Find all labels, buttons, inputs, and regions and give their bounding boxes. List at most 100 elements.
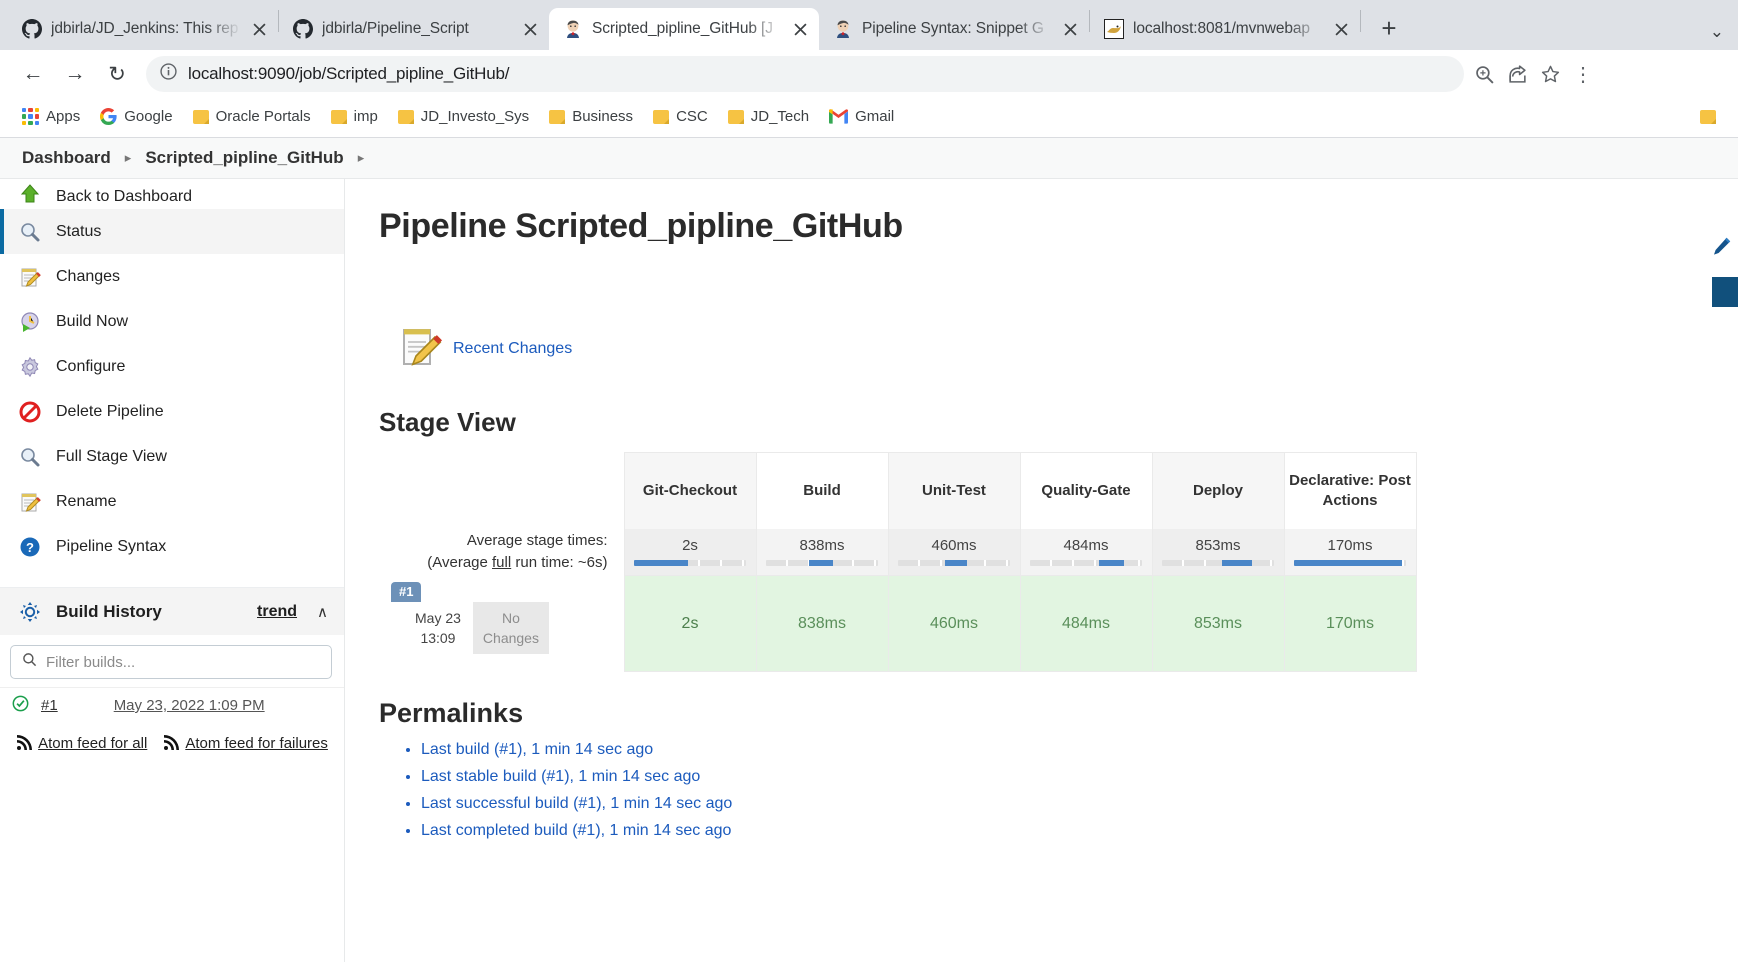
average-cell-build: 838ms [755, 528, 889, 576]
stage-header-declarative-post-actions[interactable]: Declarative: Post Actions [1283, 452, 1417, 529]
help-question-icon: ? [18, 535, 42, 559]
tab-search-chevron-down-icon[interactable]: ⌄ [1710, 22, 1724, 42]
chevron-up-icon[interactable]: ∧ [311, 603, 328, 621]
address-bar[interactable]: localhost:9090/job/Scripted_pipline_GitH… [146, 56, 1464, 92]
breadcrumb-dashboard[interactable]: Dashboard [22, 148, 111, 168]
sidebar-item-back-to-dashboard[interactable]: Back to Dashboard [0, 179, 344, 209]
browser-tab-2[interactable]: jdbirla/Pipeline_Script [279, 8, 549, 50]
stage-cell-git-checkout[interactable]: 2s [623, 575, 757, 672]
bookmark-label: Apps [46, 108, 81, 125]
close-icon[interactable] [250, 20, 268, 38]
build-changes-line2: Changes [482, 629, 539, 646]
list-item[interactable]: Last stable build (#1), 1 min 14 sec ago [421, 766, 1738, 788]
bookmark-star-icon[interactable] [1540, 64, 1561, 85]
sidebar-item-status[interactable]: Status [0, 209, 344, 254]
zoom-search-icon[interactable] [1474, 64, 1495, 85]
notepad-pencil-icon [18, 490, 42, 514]
bookmark-imp[interactable]: imp [323, 104, 386, 129]
close-icon[interactable] [521, 20, 539, 38]
list-item[interactable]: Last completed build (#1), 1 min 14 sec … [421, 820, 1738, 842]
recent-changes-label[interactable]: Recent Changes [453, 340, 572, 358]
info-circle-icon[interactable] [160, 63, 177, 85]
chevron-right-icon[interactable]: ▸ [344, 150, 379, 166]
sidebar-item-delete-pipeline[interactable]: Delete Pipeline [0, 389, 344, 434]
browser-tab-1[interactable]: jdbirla/JD_Jenkins: This rep [8, 8, 278, 50]
close-icon[interactable] [1061, 20, 1079, 38]
permalink-last-completed-build[interactable]: Last completed build (#1), 1 min 14 sec … [421, 822, 731, 839]
sidebar-item-configure[interactable]: Configure [0, 344, 344, 389]
browser-toolbar: ← → ↻ localhost:9090/job/Scripted_piplin… [0, 50, 1738, 98]
atom-feed-failures-link[interactable]: Atom feed for failures [163, 735, 328, 752]
bookmark-jd-tech[interactable]: JD_Tech [720, 104, 817, 129]
bookmark-gmail[interactable]: Gmail [821, 104, 902, 129]
kebab-menu-icon[interactable]: ⋮ [1573, 62, 1594, 87]
filter-builds-wrapper: Filter builds... [0, 635, 344, 687]
sidebar-item-pipeline-syntax[interactable]: ? Pipeline Syntax [0, 524, 344, 569]
forward-button[interactable]: → [56, 55, 94, 93]
permalink-last-successful-build[interactable]: Last successful build (#1), 1 min 14 sec… [421, 795, 732, 812]
stage-header-deploy[interactable]: Deploy [1151, 452, 1285, 529]
browser-tab-3-active[interactable]: Scripted_pipline_GitHub [J [549, 8, 819, 50]
bookmark-apps[interactable]: Apps [14, 104, 88, 129]
sidebar-item-label: Full Stage View [56, 447, 167, 465]
sidebar-item-rename[interactable]: Rename [0, 479, 344, 524]
folder-icon [1700, 109, 1716, 124]
list-item[interactable]: Last build (#1), 1 min 14 sec ago [421, 739, 1738, 761]
apps-grid-icon [22, 108, 39, 125]
stage-cell-build[interactable]: 838ms [755, 575, 889, 672]
filter-builds-placeholder: Filter builds... [46, 653, 136, 671]
edit-pencil-icon[interactable] [1712, 236, 1732, 261]
stage-cell-quality-gate[interactable]: 484ms [1019, 575, 1153, 672]
search-input[interactable]: Filter builds... [10, 645, 332, 679]
stage-header-row: Git-Checkout Build Unit-Test Quality-Gat… [379, 452, 1417, 529]
rss-icon [17, 735, 33, 750]
stage-cell-deploy[interactable]: 853ms [1151, 575, 1285, 672]
bookmark-csc[interactable]: CSC [645, 104, 716, 129]
stage-cell-declarative-post-actions[interactable]: 170ms [1283, 575, 1417, 672]
bookmark-google[interactable]: Google [92, 104, 180, 129]
progress-bar [898, 560, 1010, 567]
close-icon[interactable] [791, 20, 809, 38]
bookmark-overflow[interactable] [1692, 106, 1724, 128]
sidebar-item-label: Pipeline Syntax [56, 537, 167, 555]
sidebar-item-full-stage-view[interactable]: Full Stage View [0, 434, 344, 479]
bookmark-jd-investo-sys[interactable]: JD_Investo_Sys [390, 104, 537, 129]
recent-changes-link[interactable]: Recent Changes [399, 324, 1738, 373]
stage-header-build[interactable]: Build [755, 452, 889, 529]
sidebar-item-build-now[interactable]: Build Now [0, 299, 344, 344]
new-tab-button[interactable]: + [1371, 10, 1407, 46]
stage-cell-unit-test[interactable]: 460ms [887, 575, 1021, 672]
share-icon[interactable] [1507, 64, 1528, 85]
bookmark-label: imp [353, 108, 378, 125]
build-history-trend-link[interactable]: trend [257, 603, 297, 621]
avg-pre: (Average [427, 554, 493, 571]
average-value: 460ms [931, 537, 977, 555]
permalink-last-build[interactable]: Last build (#1), 1 min 14 sec ago [421, 741, 653, 758]
back-button[interactable]: ← [14, 55, 52, 93]
average-stage-times-line1: Average stage times: [466, 531, 608, 549]
build-date-link[interactable]: May 23, 2022 1:09 PM [114, 697, 265, 714]
blue-panel-handle[interactable] [1712, 277, 1738, 307]
reload-button[interactable]: ↻ [98, 55, 136, 93]
build-changes-line1: No [501, 609, 520, 626]
browser-tab-5[interactable]: localhost:8081/mvnwebap [1090, 8, 1360, 50]
close-icon[interactable] [1332, 20, 1350, 38]
build-history-row[interactable]: #1 May 23, 2022 1:09 PM [0, 687, 344, 723]
permalink-last-stable-build[interactable]: Last stable build (#1), 1 min 14 sec ago [421, 768, 700, 785]
stage-header-quality-gate[interactable]: Quality-Gate [1019, 452, 1153, 529]
stage-header-git-checkout[interactable]: Git-Checkout [623, 452, 757, 529]
browser-tab-4[interactable]: Pipeline Syntax: Snippet G [819, 8, 1089, 50]
stage-header-unit-test[interactable]: Unit-Test [887, 452, 1021, 529]
bookmark-business[interactable]: Business [541, 104, 641, 129]
tab-separator [1360, 9, 1361, 32]
bookmark-label: JD_Investo_Sys [420, 108, 530, 125]
sidebar-item-changes[interactable]: Changes [0, 254, 344, 299]
build-number-link[interactable]: #1 [41, 697, 58, 714]
atom-feed-all-link[interactable]: Atom feed for all [16, 735, 147, 752]
build-badge[interactable]: #1 [391, 581, 422, 602]
breadcrumb-job[interactable]: Scripted_pipline_GitHub [145, 148, 343, 168]
build-history-icon [18, 600, 42, 624]
average-cell-declarative-post-actions: 170ms [1283, 528, 1417, 576]
bookmark-oracle-portals[interactable]: Oracle Portals [185, 104, 319, 129]
list-item[interactable]: Last successful build (#1), 1 min 14 sec… [421, 793, 1738, 815]
